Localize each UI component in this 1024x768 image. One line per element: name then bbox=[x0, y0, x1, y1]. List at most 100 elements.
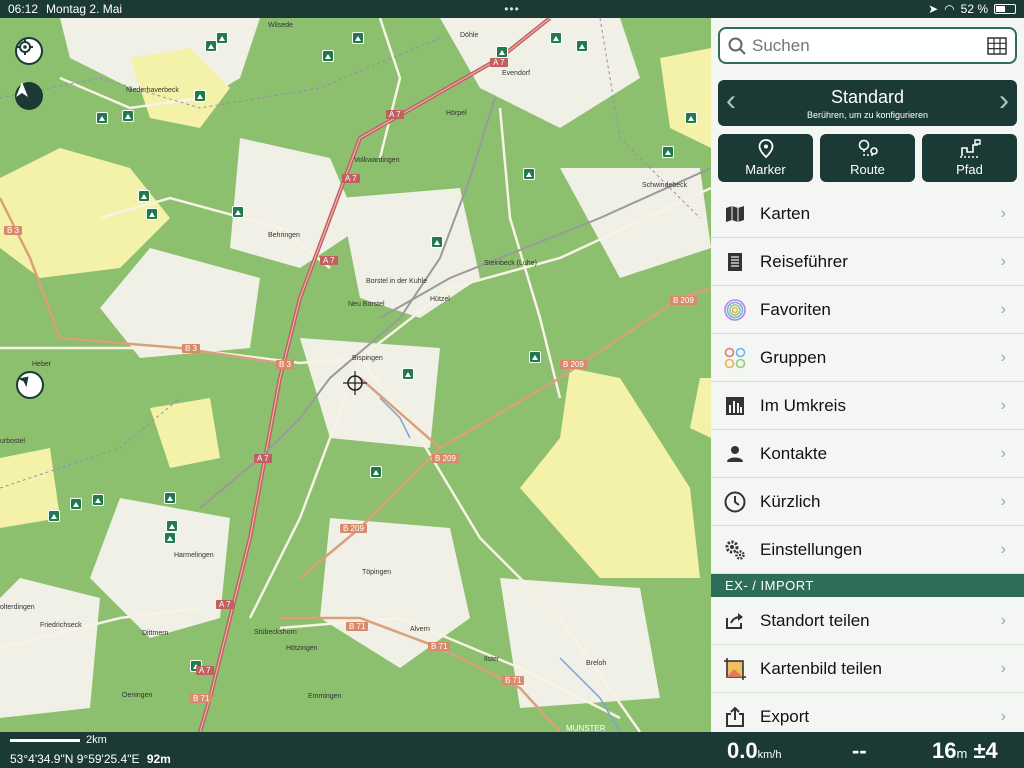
shelter-poi-icon[interactable] bbox=[576, 40, 588, 52]
shelter-poi-icon[interactable] bbox=[216, 32, 228, 44]
chevron-left-icon[interactable]: ‹ bbox=[726, 86, 736, 116]
shelter-poi-icon[interactable] bbox=[48, 510, 60, 522]
menu-item-label: Gruppen bbox=[760, 347, 827, 367]
export-icon bbox=[724, 706, 746, 728]
shelter-poi-icon[interactable] bbox=[194, 90, 206, 102]
shelter-poi-icon[interactable] bbox=[402, 368, 414, 380]
compass-button[interactable] bbox=[15, 82, 43, 110]
menu-item-favoriten[interactable]: Favoriten › bbox=[711, 286, 1024, 334]
menu-item-kontakte[interactable]: Kontakte › bbox=[711, 430, 1024, 478]
battery-fill bbox=[996, 6, 1006, 12]
menu-item-einstellungen[interactable]: Einstellungen › bbox=[711, 526, 1024, 574]
road-shield: B 3 bbox=[182, 344, 201, 353]
nearby-icon bbox=[724, 395, 746, 417]
place-label: olterdingen bbox=[0, 604, 35, 611]
shelter-poi-icon[interactable] bbox=[164, 532, 176, 544]
road-shield: B 3 bbox=[4, 226, 23, 235]
clock-icon bbox=[724, 491, 746, 513]
shelter-poi-icon[interactable] bbox=[70, 498, 82, 510]
chevron-right-icon[interactable]: › bbox=[999, 86, 1009, 116]
road-shield: A 7 bbox=[254, 454, 272, 463]
road-shield: B 209 bbox=[560, 360, 587, 369]
route-button[interactable]: Route bbox=[820, 134, 915, 182]
place-label: Friedrichseck bbox=[40, 622, 82, 629]
shelter-poi-icon[interactable] bbox=[138, 190, 150, 202]
shelter-poi-icon[interactable] bbox=[662, 146, 674, 158]
shelter-poi-icon[interactable] bbox=[92, 494, 104, 506]
track-button[interactable]: Pfad bbox=[922, 134, 1017, 182]
place-label: Oeningen bbox=[122, 692, 153, 699]
menu-item-label: Einstellungen bbox=[760, 539, 863, 559]
shelter-poi-icon[interactable] bbox=[496, 46, 508, 58]
track-button-label: Pfad bbox=[956, 162, 983, 177]
place-label: MUNSTER bbox=[566, 724, 606, 732]
shelter-poi-icon[interactable] bbox=[96, 112, 108, 124]
search-box[interactable] bbox=[718, 27, 1017, 64]
speed-readout[interactable]: 0.0km/h bbox=[727, 738, 781, 764]
shelter-poi-icon[interactable] bbox=[550, 32, 562, 44]
menu-item-kuerzlich[interactable]: Kürzlich › bbox=[711, 478, 1024, 526]
search-input[interactable] bbox=[752, 35, 987, 56]
place-label: urbostel bbox=[0, 438, 25, 445]
place-label: Behringen bbox=[268, 232, 300, 239]
profile-selector[interactable]: ‹ Standard Berühren, um zu konfigurieren… bbox=[718, 80, 1017, 126]
place-label: Hötzingen bbox=[286, 645, 318, 652]
shelter-poi-icon[interactable] bbox=[352, 32, 364, 44]
map-view[interactable]: A 7 A 7 A 7 A 7 A 7 A 7 A 7 B 3 B 3 B 3 … bbox=[0, 18, 711, 732]
settings-icon bbox=[724, 539, 746, 561]
menu-item-label: Kontakte bbox=[760, 443, 828, 463]
road-shield: A 7 bbox=[490, 58, 508, 67]
location-arrow-icon: ➤ bbox=[928, 2, 939, 16]
shelter-poi-icon[interactable] bbox=[523, 168, 535, 180]
menu-item-label: Reiseführer bbox=[760, 251, 848, 271]
shelter-poi-icon[interactable] bbox=[685, 112, 697, 124]
shelter-poi-icon[interactable] bbox=[232, 206, 244, 218]
place-label: Stübeckshorn bbox=[254, 629, 297, 636]
coordinates-readout[interactable]: 53°4'34.9"N 9°59'25.4"E 92m bbox=[10, 752, 171, 766]
menu-item-standort-teilen[interactable]: Standort teilen › bbox=[711, 597, 1024, 645]
road-shield: A 7 bbox=[342, 174, 360, 183]
shelter-poi-icon[interactable] bbox=[205, 40, 217, 52]
shelter-poi-icon[interactable] bbox=[370, 466, 382, 478]
shelter-poi-icon[interactable] bbox=[146, 208, 158, 220]
menu-item-export[interactable]: Export › bbox=[711, 693, 1024, 732]
shelter-poi-icon[interactable] bbox=[164, 492, 176, 504]
menu-item-kartenbild-teilen[interactable]: Kartenbild teilen › bbox=[711, 645, 1024, 693]
place-label: Döhle bbox=[460, 32, 479, 39]
locate-button[interactable] bbox=[15, 37, 43, 65]
place-label: Alvern bbox=[410, 626, 430, 633]
road-shield: B 209 bbox=[670, 296, 697, 305]
road-shield: B 3 bbox=[276, 360, 295, 369]
accuracy-unit: m bbox=[956, 746, 968, 761]
road-shield: B 71 bbox=[346, 622, 369, 631]
menu-item-gruppen[interactable]: Gruppen › bbox=[711, 334, 1024, 382]
heading-marker[interactable] bbox=[16, 371, 44, 399]
place-label: Bispingen bbox=[352, 355, 383, 362]
shelter-poi-icon[interactable] bbox=[431, 236, 443, 248]
menu-item-label: Favoriten bbox=[760, 299, 831, 319]
menu-item-karten[interactable]: Karten › bbox=[711, 190, 1024, 238]
marker-button[interactable]: Marker bbox=[718, 134, 813, 182]
multitasking-dots[interactable]: ••• bbox=[504, 2, 520, 16]
guide-icon bbox=[724, 251, 746, 273]
place-label: Neu Borstel bbox=[348, 301, 385, 308]
shelter-poi-icon[interactable] bbox=[529, 351, 541, 363]
scale-label: 2km bbox=[86, 734, 107, 746]
chevron-right-icon: › bbox=[1000, 252, 1006, 270]
grid-icon[interactable] bbox=[987, 36, 1007, 55]
shelter-poi-icon[interactable] bbox=[322, 50, 334, 62]
speed-value: 0.0 bbox=[727, 738, 758, 763]
shelter-poi-icon[interactable] bbox=[166, 520, 178, 532]
shelter-poi-icon[interactable] bbox=[122, 110, 134, 122]
section-header-import: EX- / IMPORT bbox=[711, 574, 1024, 597]
share-map-image-icon bbox=[724, 657, 746, 680]
accuracy-readout[interactable]: 16m ±4 bbox=[932, 738, 998, 764]
menu-item-reisefuehrer[interactable]: Reiseführer › bbox=[711, 238, 1024, 286]
heading-readout[interactable]: -- bbox=[852, 738, 867, 764]
place-label: Hörpel bbox=[446, 110, 467, 117]
road-shield: B 71 bbox=[190, 694, 213, 703]
chevron-right-icon: › bbox=[1000, 659, 1006, 677]
status-indicators: ➤ ◠ 52 % bbox=[928, 2, 1016, 16]
status-time: 06:12 bbox=[8, 2, 39, 16]
menu-item-im-umkreis[interactable]: Im Umkreis › bbox=[711, 382, 1024, 430]
